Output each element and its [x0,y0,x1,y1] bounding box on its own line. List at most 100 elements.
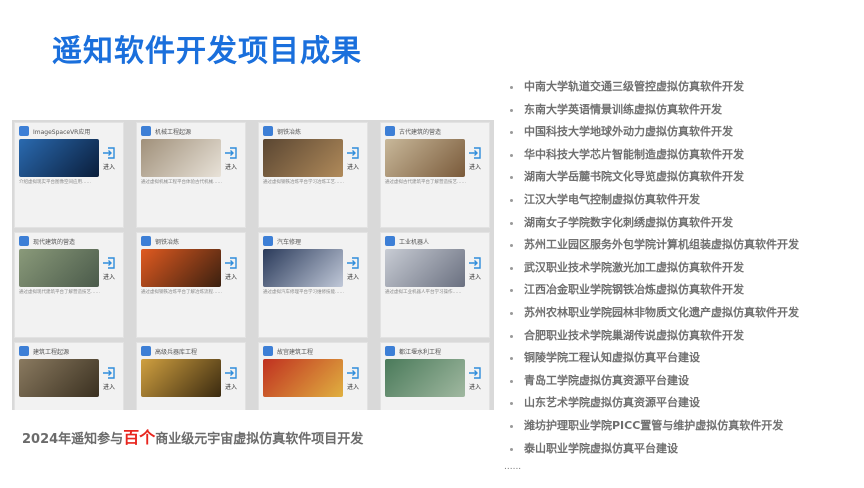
card-header: 现代建筑的营造 [15,233,123,249]
enter-icon [225,256,237,269]
project-list-item: 江西冶金职业学院钢铁冶炼虚拟仿真软件开发 [508,279,799,302]
card-header: 故宫建筑工程 [259,343,367,359]
app-icon [263,346,273,356]
slide-title: 遥知软件开发项目成果 [52,34,362,69]
card-title: 建筑工程起源 [33,348,70,356]
enter-button[interactable]: 进入 [221,249,241,287]
project-card[interactable]: 都江堰水利工程进入 [380,342,490,410]
project-card[interactable]: ImageSpaceVR应用 进入介绍虚拟现实平台图像空间应用…… [14,122,124,228]
project-list-item: 湖南女子学院数字化刺绣虚拟仿真软件开发 [508,212,799,235]
card-title: 钢铁冶炼 [277,128,302,136]
app-icon [19,346,29,356]
enter-button[interactable]: 进入 [343,359,363,397]
card-description [259,397,367,410]
enter-label: 进入 [346,273,359,281]
enter-label: 进入 [468,163,481,171]
enter-label: 进入 [102,273,115,281]
project-card[interactable]: 机械工程起源进入通过虚拟机械工程平台体验古代机械…… [136,122,246,228]
project-card[interactable]: 钢铁冶炼 进入 通过虚拟钢铁冶炼平台学习冶炼工艺…… [258,122,368,228]
enter-button[interactable]: 进入 [99,359,119,397]
app-icon [19,126,29,136]
project-card[interactable]: 工业机器人进入通过虚拟工业机器人平台学习操作…… [380,232,490,338]
enter-icon [347,256,359,269]
project-card[interactable]: 高级兵器库工程进入 [136,342,246,410]
card-thumbnail [385,249,465,287]
project-card[interactable]: 汽车修理 进入 通过虚拟汽车修理平台学习维修技能…… [258,232,368,338]
card-thumbnail [19,139,99,177]
card-header: ImageSpaceVR应用 [15,123,123,139]
project-list-item: 江汉大学电气控制虚拟仿真软件开发 [508,189,799,212]
caption-after: 商业级元宇宙虚拟仿真软件项目开发 [155,432,364,447]
enter-button[interactable]: 进入 [465,139,485,177]
enter-button[interactable]: 进入 [221,139,241,177]
card-title: 钢铁冶炼 [155,238,180,246]
project-list-item: 华中科技大学芯片智能制造虚拟仿真软件开发 [508,144,799,167]
enter-label: 进入 [224,163,237,171]
enter-button[interactable]: 进入 [99,139,119,177]
card-description: 通过虚拟工业机器人平台学习操作…… [385,290,462,295]
card-thumbnail [19,249,99,287]
enter-icon [225,366,237,379]
project-card[interactable]: 建筑工程起源进入 [14,342,124,410]
caption-before: 2024年遥知参与 [22,432,124,447]
enter-button[interactable]: 进入 [221,359,241,397]
card-title: 古代建筑的营造 [399,128,442,136]
project-list-item: 合肥职业技术学院巢湖传说虚拟仿真软件开发 [508,325,799,348]
card-header: 机械工程起源 [137,123,245,139]
project-card[interactable]: 现代建筑的营造 进入 通过虚拟现代建筑平台了解营造技艺…… [14,232,124,338]
app-icon [385,126,395,136]
card-description: 通过虚拟古代建筑平台了解营造技艺…… [385,180,466,185]
card-thumbnail [19,359,99,397]
card-thumbnail [141,249,221,287]
card-title: 故宫建筑工程 [277,348,314,356]
enter-icon [103,366,115,379]
card-description [381,397,489,410]
enter-icon [347,146,359,159]
enter-button[interactable]: 进入 [99,249,119,287]
enter-icon [103,146,115,159]
enter-label: 进入 [224,273,237,281]
card-title: 工业机器人 [399,238,430,246]
card-thumbnail [141,359,221,397]
enter-icon [469,256,481,269]
card-header: 建筑工程起源 [15,343,123,359]
enter-button[interactable]: 进入 [465,359,485,397]
enter-label: 进入 [468,273,481,281]
card-header: 钢铁冶炼 [137,233,245,249]
enter-button[interactable]: 进入 [343,139,363,177]
app-icon [385,236,395,246]
enter-icon [469,366,481,379]
card-description [137,397,245,410]
app-icon [19,236,29,246]
card-thumbnail [385,139,465,177]
card-thumbnail [263,359,343,397]
card-header: 钢铁冶炼 [259,123,367,139]
more-ellipsis: ...... [504,462,522,472]
card-title: 都江堰水利工程 [399,348,442,356]
enter-button[interactable]: 进入 [343,249,363,287]
project-list-item: 铜陵学院工程认知虚拟仿真平台建设 [508,347,799,370]
project-card[interactable]: 古代建筑的营造进入通过虚拟古代建筑平台了解营造技艺…… [380,122,490,228]
app-icon [263,236,273,246]
project-card[interactable]: 钢铁冶炼 进入 通过虚拟钢铁冶炼平台了解冶炼流程…… [136,232,246,338]
project-card[interactable]: 故宫建筑工程进入 [258,342,368,410]
card-thumbnail [385,359,465,397]
project-list: 中南大学轨道交通三级管控虚拟仿真软件开发 东南大学英语情景训练虚拟仿真软件开发 中国… [508,76,799,460]
project-list-item: 潍坊护理职业学院PICC置管与维护虚拟仿真软件开发 [508,415,799,438]
project-screenshot-grid: ImageSpaceVR应用 进入 介绍虚拟现实平台图像空间应用…… 机械工程起源 进入… [12,120,494,410]
card-description: 通过虚拟机械工程平台体验古代机械…… [141,180,222,185]
card-thumbnail [263,249,343,287]
card-title: 高级兵器库工程 [155,348,198,356]
enter-label: 进入 [102,383,115,391]
project-list-item: 苏州农林职业学院园林非物质文化遗产虚拟仿真软件开发 [508,302,799,325]
project-list-item: 苏州工业园区服务外包学院计算机组装虚拟仿真软件开发 [508,234,799,257]
enter-label: 进入 [346,163,359,171]
project-list-item: 泰山职业学院虚拟仿真平台建设 [508,438,799,461]
card-header: 古代建筑的营造 [381,123,489,139]
card-description [15,397,123,410]
enter-button[interactable]: 进入 [465,249,485,287]
project-list-item: 东南大学英语情景训练虚拟仿真软件开发 [508,99,799,122]
caption-highlight: 百个 [123,428,156,447]
app-icon [263,126,273,136]
card-description: 介绍虚拟现实平台图像空间应用…… [19,180,91,185]
